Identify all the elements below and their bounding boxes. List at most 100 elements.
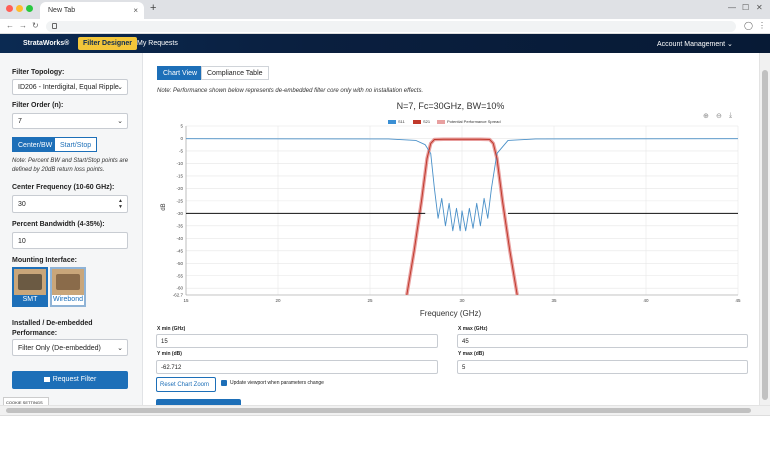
stepper-icon[interactable]: ▲ ▼: [118, 198, 123, 210]
tab-close-icon[interactable]: ×: [133, 6, 138, 15]
reset-chart-zoom-button[interactable]: Reset Chart Zoom: [156, 377, 216, 392]
deembedded-note: Note: Performance shown below represents…: [157, 88, 424, 94]
account-management-menu[interactable]: Account Management ⌄: [657, 40, 733, 48]
order-label: Filter Order (n):: [12, 102, 64, 109]
vertical-scrollbar[interactable]: [759, 53, 770, 405]
reload-icon[interactable]: ↻: [32, 21, 39, 30]
brand-logo[interactable]: StrataWorks®: [23, 40, 69, 47]
performance-value: Filter Only (De-embedded): [18, 345, 101, 352]
order-select[interactable]: 7 ⌄: [12, 113, 128, 129]
x-tick-label: 45: [735, 298, 741, 303]
x-tick-label: 30: [459, 298, 465, 303]
center-bw-toggle[interactable]: Center/BW: [12, 137, 59, 152]
smt-image: [18, 274, 42, 290]
percent-bandwidth-input[interactable]: 10: [12, 232, 128, 249]
window-bottom: [0, 415, 770, 451]
chevron-down-icon: ⌄: [117, 118, 123, 125]
y-tick-label: 5: [180, 124, 183, 129]
center-frequency-input[interactable]: 30 ▲ ▼: [12, 195, 128, 213]
ymax-value: 5: [462, 365, 466, 371]
xmax-input[interactable]: 45: [457, 334, 748, 348]
ymin-input[interactable]: -62.712: [156, 360, 438, 374]
y-tick-label: -55: [176, 273, 183, 278]
maximize-icon[interactable]: ☐: [742, 3, 749, 12]
topology-label: Filter Topology:: [12, 69, 65, 76]
update-viewport-label: Update viewport when parameters change: [230, 380, 324, 386]
start-stop-toggle[interactable]: Start/Stop: [55, 137, 98, 152]
xmin-input[interactable]: 15: [156, 334, 438, 348]
main-panel: Chart View Compliance Table Note: Perfor…: [143, 53, 758, 405]
back-icon[interactable]: ←: [6, 21, 14, 30]
address-bar[interactable]: [46, 21, 736, 32]
ymax-input[interactable]: 5: [457, 360, 748, 374]
y-axis-label: dB: [161, 203, 167, 210]
center-frequency-label: Center Frequency (10-60 GHz):: [12, 184, 115, 191]
wirebond-image: [56, 274, 80, 290]
xmax-value: 45: [462, 339, 469, 345]
frequency-response-chart[interactable]: 15 20 25 30 35 40 4550-5-10-15-20-25-30-35-40-…: [143, 119, 758, 309]
y-tick-label: -50: [176, 261, 183, 266]
performance-label: Installed / De-embedded Performance:: [12, 320, 93, 337]
x-tick-label: 15: [183, 298, 189, 303]
ymax-label: Y max (dB): [458, 351, 485, 357]
minimize-window-dot[interactable]: [16, 5, 23, 12]
app-navbar: StrataWorks® Filter Designer My Requests…: [0, 34, 770, 53]
y-tick-label: -35: [176, 223, 183, 228]
zoom-window-dot[interactable]: [26, 5, 33, 12]
browser-tab-bar: New Tab × + — ☐ ✕: [0, 0, 770, 19]
sidebar: Filter Topology: ID206 - Interdigital, E…: [0, 53, 143, 405]
forward-icon[interactable]: →: [19, 21, 27, 30]
y-tick-label: -25: [176, 198, 183, 203]
nav-filter-designer[interactable]: Filter Designer: [78, 37, 138, 50]
center-frequency-value: 30: [18, 201, 26, 208]
window-controls: [6, 5, 36, 14]
y-tick-label: -5: [179, 148, 183, 153]
minimize-icon[interactable]: —: [728, 3, 736, 12]
browser-tab[interactable]: New Tab ×: [40, 2, 144, 19]
wirebond-option[interactable]: Wirebond: [50, 267, 86, 307]
y-tick-label: -15: [176, 173, 183, 178]
new-tab-icon[interactable]: +: [150, 2, 156, 14]
chevron-down-icon: ⌄: [117, 345, 123, 352]
y-tick-label: -30: [176, 211, 183, 216]
x-tick-label: 20: [275, 298, 281, 303]
smt-label: SMT: [14, 295, 46, 305]
chevron-down-icon: ⌄: [117, 84, 123, 91]
request-filter-button[interactable]: Request Filter: [12, 371, 128, 389]
profile-icon[interactable]: ◯: [744, 21, 753, 30]
ymin-label: Y min (dB): [157, 351, 182, 357]
y-tick-label: -45: [176, 248, 183, 253]
chart-title: N=7, Fc=30GHz, BW=10%: [396, 101, 505, 111]
x-tick-label: 35: [551, 298, 557, 303]
package-icon: [43, 376, 50, 382]
smt-option[interactable]: SMT: [12, 267, 48, 307]
close-icon[interactable]: ✕: [756, 3, 763, 12]
tab-title: New Tab: [48, 7, 76, 14]
y-tick-label: 0: [180, 136, 183, 141]
y-tick-label: -60: [176, 286, 183, 291]
scroll-thumb[interactable]: [762, 70, 768, 400]
xmax-label: X max (GHz): [458, 326, 488, 332]
y-tick-label: -40: [176, 236, 183, 241]
update-viewport-checkbox[interactable]: [221, 380, 227, 386]
menu-icon[interactable]: ⋮: [758, 21, 766, 30]
hscroll-thumb[interactable]: [6, 408, 751, 413]
wirebond-label: Wirebond: [52, 295, 84, 305]
x-axis-label: Frequency (GHz): [419, 309, 482, 318]
close-window-dot[interactable]: [6, 5, 13, 12]
tab-chart-view[interactable]: Chart View: [157, 66, 204, 80]
y-tick-label: -10: [176, 161, 183, 166]
topology-select[interactable]: ID206 - Interdigital, Equal Ripple ⌄: [12, 79, 128, 95]
order-value: 7: [18, 118, 22, 125]
percent-bandwidth-label: Percent Bandwidth (4-35%):: [12, 221, 105, 228]
nav-my-requests[interactable]: My Requests: [132, 37, 183, 50]
percent-bandwidth-value: 10: [18, 238, 26, 245]
x-tick-label: 40: [643, 298, 649, 303]
horizontal-scrollbar[interactable]: [0, 405, 770, 415]
request-filter-label: Request Filter: [52, 376, 97, 383]
performance-select[interactable]: Filter Only (De-embedded) ⌄: [12, 339, 128, 356]
xmin-label: X min (GHz): [157, 326, 186, 332]
y-tick-label: -20: [176, 186, 183, 191]
tab-compliance-table[interactable]: Compliance Table: [201, 66, 269, 80]
percent-bw-note: Note: Percent BW and Start/Stop points a…: [12, 158, 129, 173]
